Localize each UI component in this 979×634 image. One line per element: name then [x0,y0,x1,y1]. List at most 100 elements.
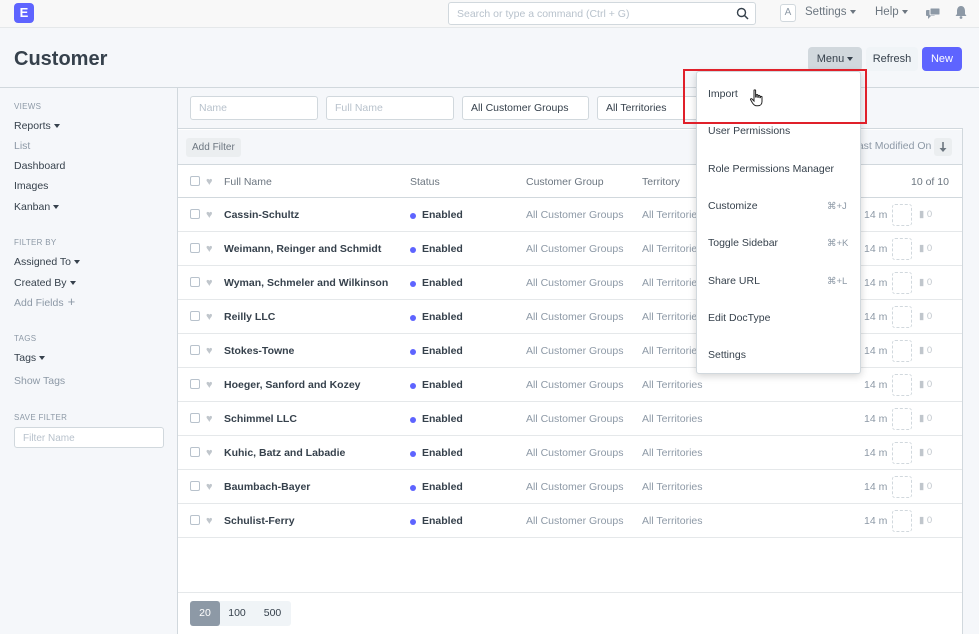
page-size-500[interactable]: 500 [256,601,289,626]
status-badge[interactable]: Enabled [422,209,463,221]
customer-name-link[interactable]: Stokes-Towne [224,345,294,357]
status-badge[interactable]: Enabled [422,413,463,425]
heart-icon[interactable]: ♥ [206,448,213,459]
customer-name-link[interactable]: Cassin-Schultz [224,209,299,221]
assign-avatar-placeholder[interactable] [892,272,912,294]
heart-icon[interactable]: ♥ [206,278,213,289]
assign-avatar-placeholder[interactable] [892,476,912,498]
territory-cell[interactable]: All Territories [642,243,703,255]
page-size-20[interactable]: 20 [190,601,220,626]
table-row[interactable]: ♥ Schulist-Ferry Enabled All Customer Gr… [178,504,962,538]
assigned-to-dropdown[interactable]: Assigned To [14,256,81,268]
status-badge[interactable]: Enabled [422,277,463,289]
customer-name-link[interactable]: Kuhic, Batz and Labadie [224,447,345,459]
customer-name-link[interactable]: Schulist-Ferry [224,515,295,527]
comment-count[interactable]: ▮ 0 [919,481,932,492]
row-checkbox[interactable] [190,243,200,253]
territory-cell[interactable]: All Territories [642,481,703,493]
sidebar-item-kanban[interactable]: Kanban [14,201,60,213]
customer-group-cell[interactable]: All Customer Groups [526,209,623,221]
new-button[interactable]: New [922,47,962,71]
territory-cell[interactable]: All Territories [642,311,703,323]
customer-group-cell[interactable]: All Customer Groups [526,481,623,493]
row-checkbox[interactable] [190,209,200,219]
customer-group-cell[interactable]: All Customer Groups [526,311,623,323]
assign-avatar-placeholder[interactable] [892,510,912,532]
menu-item-toggle-sidebar[interactable]: Toggle Sidebar [708,237,778,249]
heart-icon[interactable]: ♥ [206,346,213,357]
menu-item-customize[interactable]: Customize [708,200,758,212]
comment-count[interactable]: ▮ 0 [919,209,932,220]
customer-name-link[interactable]: Wyman, Schmeler and Wilkinson [224,277,388,289]
refresh-button[interactable]: Refresh [866,47,918,71]
bell-icon[interactable] [955,5,967,24]
help-dropdown[interactable]: Help [875,6,908,18]
heart-icon[interactable]: ♥ [206,380,213,391]
sidebar-item-list[interactable]: List [14,140,30,152]
page-size-100[interactable]: 100 [222,601,252,626]
add-fields-link[interactable]: Add Fields + [14,295,75,309]
customer-group-cell[interactable]: All Customer Groups [526,243,623,255]
assign-avatar-placeholder[interactable] [892,408,912,430]
assign-avatar-placeholder[interactable] [892,238,912,260]
user-avatar[interactable]: A [780,4,796,22]
awesome-bar[interactable] [448,2,756,25]
menu-item-role-permissions-manager[interactable]: Role Permissions Manager [708,163,834,175]
app-logo[interactable]: E [14,3,34,23]
customer-group-select[interactable]: All Customer Groups [462,96,589,120]
menu-item-share-url[interactable]: Share URL [708,275,760,287]
add-filter-button[interactable]: Add Filter [186,138,241,157]
customer-name-link[interactable]: Baumbach-Bayer [224,481,310,493]
customer-group-cell[interactable]: All Customer Groups [526,345,623,357]
customer-group-cell[interactable]: All Customer Groups [526,413,623,425]
table-row[interactable]: ♥ Baumbach-Bayer Enabled All Customer Gr… [178,470,962,504]
customer-name-link[interactable]: Reilly LLC [224,311,275,323]
table-row[interactable]: ♥ Schimmel LLC Enabled All Customer Grou… [178,402,962,436]
sort-selector[interactable]: Last Modified On [852,140,931,152]
status-badge[interactable]: Enabled [422,481,463,493]
territory-cell[interactable]: All Territories [642,379,703,391]
customer-group-cell[interactable]: All Customer Groups [526,515,623,527]
row-checkbox[interactable] [190,481,200,491]
comment-count[interactable]: ▮ 0 [919,379,932,390]
comment-count[interactable]: ▮ 0 [919,311,932,322]
comment-count[interactable]: ▮ 0 [919,277,932,288]
sidebar-item-reports[interactable]: Reports [14,120,60,132]
customer-group-cell[interactable]: All Customer Groups [526,447,623,459]
heart-icon[interactable]: ♥ [206,244,213,255]
customer-name-link[interactable]: Hoeger, Sanford and Kozey [224,379,361,391]
status-badge[interactable]: Enabled [422,379,463,391]
heart-icon[interactable]: ♥ [206,414,213,425]
territory-cell[interactable]: All Territories [642,515,703,527]
customer-name-link[interactable]: Schimmel LLC [224,413,297,425]
customer-group-cell[interactable]: All Customer Groups [526,277,623,289]
filter-name-input[interactable] [15,429,155,448]
search-input[interactable] [449,3,729,24]
customer-name-link[interactable]: Weimann, Reinger and Schmidt [224,243,381,255]
row-checkbox[interactable] [190,379,200,389]
select-all-checkbox[interactable] [190,176,200,186]
sidebar-item-images[interactable]: Images [14,180,48,192]
status-badge[interactable]: Enabled [422,447,463,459]
status-badge[interactable]: Enabled [422,311,463,323]
full-name-filter-input[interactable] [327,97,453,119]
comment-count[interactable]: ▮ 0 [919,515,932,526]
row-checkbox[interactable] [190,447,200,457]
sidebar-item-dashboard[interactable]: Dashboard [14,160,65,172]
menu-item-settings[interactable]: Settings [708,349,746,361]
name-filter[interactable] [190,96,318,120]
territory-cell[interactable]: All Territories [642,345,703,357]
tags-dropdown[interactable]: Tags [14,352,46,364]
menu-item-user-permissions[interactable]: User Permissions [708,125,790,137]
sort-order-button[interactable] [934,138,952,156]
row-checkbox[interactable] [190,277,200,287]
territory-cell[interactable]: All Territories [642,447,703,459]
settings-dropdown[interactable]: Settings [805,6,856,18]
territory-cell[interactable]: All Territories [642,413,703,425]
created-by-dropdown[interactable]: Created By [14,277,76,289]
comment-count[interactable]: ▮ 0 [919,345,932,356]
territory-cell[interactable]: All Territories [642,277,703,289]
heart-icon[interactable]: ♥ [206,482,213,493]
name-filter-input[interactable] [191,97,317,119]
customer-group-cell[interactable]: All Customer Groups [526,379,623,391]
